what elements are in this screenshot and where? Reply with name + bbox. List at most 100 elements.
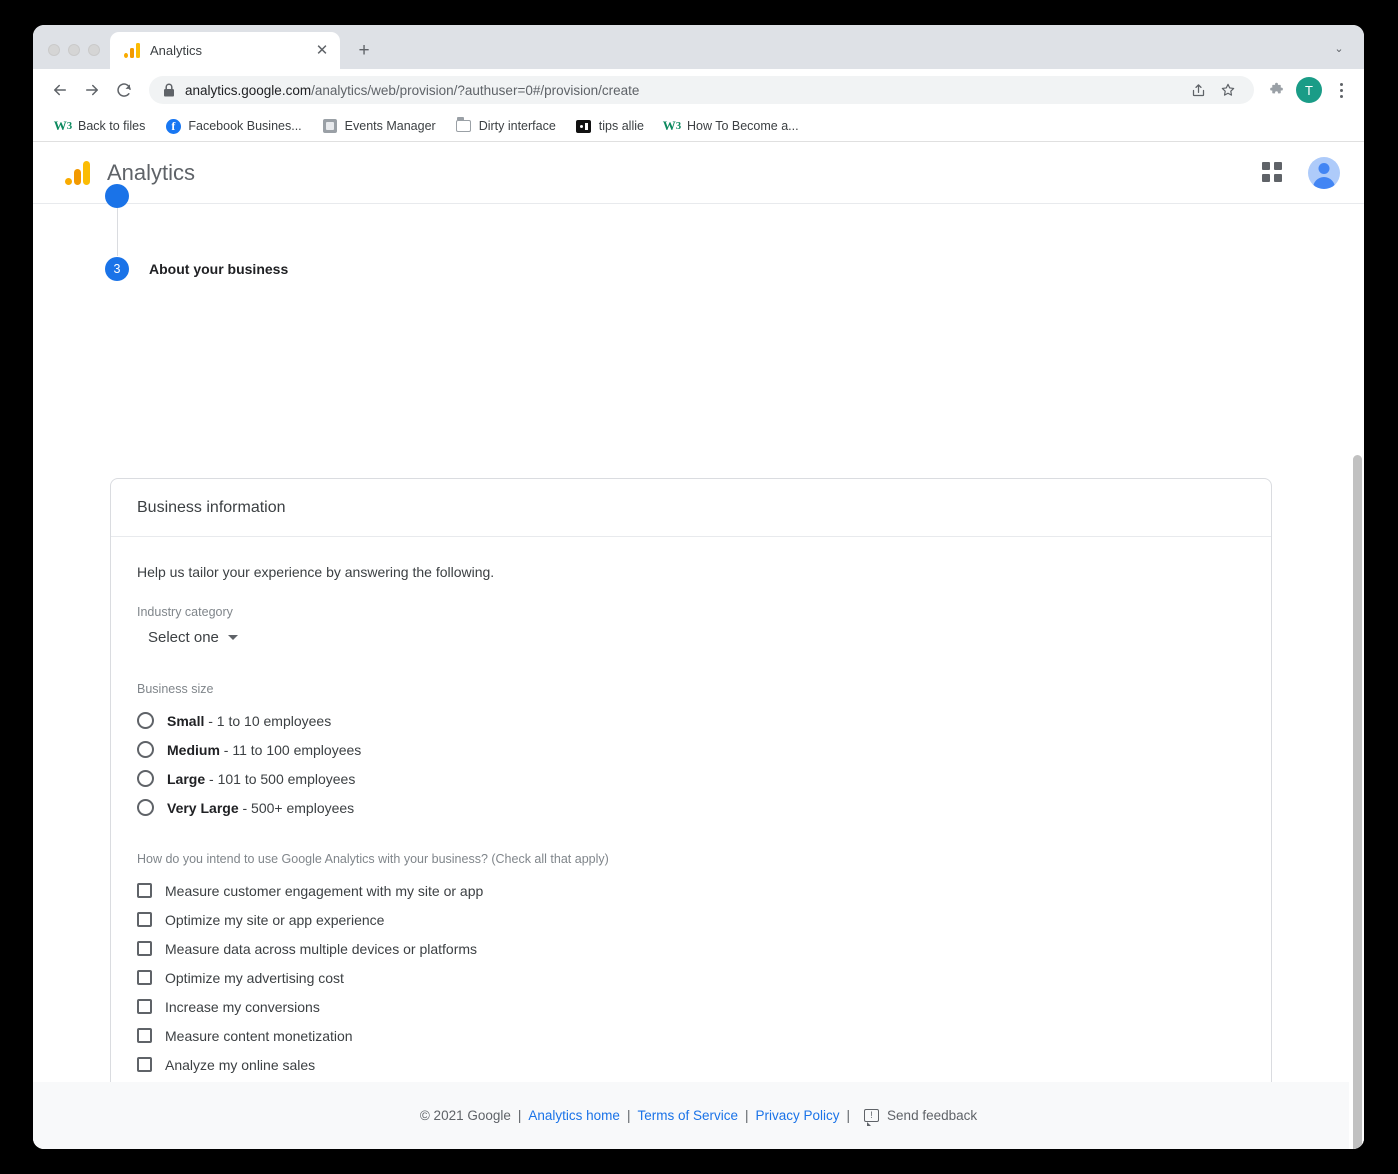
checkbox-icon[interactable] — [137, 912, 152, 927]
window-controls — [33, 44, 110, 69]
scrollbar-thumb[interactable] — [1353, 455, 1362, 1149]
share-icon[interactable] — [1184, 76, 1212, 104]
url-domain: analytics.google.com — [185, 83, 311, 98]
help-text: Help us tailor your experience by answer… — [137, 564, 1245, 580]
url-text: analytics.google.com/analytics/web/provi… — [185, 83, 639, 98]
three-dot-menu-icon[interactable] — [1328, 83, 1354, 98]
close-window-button[interactable] — [48, 44, 60, 56]
extensions-puzzle-icon[interactable] — [1262, 76, 1290, 104]
checkbox-icon[interactable] — [137, 970, 152, 985]
analytics-home-link[interactable]: Analytics home — [528, 1108, 620, 1123]
send-feedback-label: Send feedback — [887, 1108, 977, 1123]
checkbox-optimize-site-experience[interactable]: Optimize my site or app experience — [137, 905, 1245, 934]
google-analytics-favicon-icon — [124, 43, 141, 58]
profile-avatar[interactable]: T — [1296, 77, 1322, 103]
bookmark-tips-allie[interactable]: tips allie — [568, 114, 652, 138]
checkbox-measure-customer-engagement[interactable]: Measure customer engagement with my site… — [137, 876, 1245, 905]
close-tab-icon[interactable]: ✕ — [312, 41, 332, 61]
privacy-policy-link[interactable]: Privacy Policy — [756, 1108, 840, 1123]
wix-icon: W3 — [55, 118, 71, 134]
checkbox-increase-conversions[interactable]: Increase my conversions — [137, 992, 1245, 1021]
maximize-window-button[interactable] — [88, 44, 100, 56]
checkbox-icon[interactable] — [137, 941, 152, 956]
step-2-circle[interactable] — [105, 184, 129, 208]
checkbox-optimize-advertising-cost[interactable]: Optimize my advertising cost — [137, 963, 1245, 992]
bookmark-dirty-interface[interactable]: Dirty interface — [448, 114, 564, 138]
radio-option-small[interactable]: Small - 1 to 10 employees — [137, 706, 1245, 735]
radio-label: Large - 101 to 500 employees — [167, 771, 355, 787]
star-icon[interactable] — [1214, 76, 1242, 104]
forward-button[interactable] — [77, 75, 107, 105]
minimize-window-button[interactable] — [68, 44, 80, 56]
page-scrollbar[interactable] — [1349, 204, 1364, 1149]
radio-label: Medium - 11 to 100 employees — [167, 742, 361, 758]
industry-category-select[interactable]: Select one — [140, 627, 242, 648]
page-content: 3 About your business Business informati… — [33, 204, 1364, 1149]
page-footer: © 2021 Google | Analytics home | Terms o… — [33, 1082, 1364, 1149]
bookmark-back-to-files[interactable]: W3 Back to files — [47, 114, 153, 138]
apps-grid-icon[interactable] — [1262, 162, 1284, 184]
terms-of-service-link[interactable]: Terms of Service — [637, 1108, 738, 1123]
back-button[interactable] — [45, 75, 75, 105]
radio-icon[interactable] — [137, 770, 154, 787]
bookmarks-bar: W3 Back to files f Facebook Busines... E… — [33, 111, 1364, 142]
radio-name: Medium — [167, 742, 220, 758]
checkbox-measure-content-monetization[interactable]: Measure content monetization — [137, 1021, 1245, 1050]
industry-category-label: Industry category — [137, 605, 1245, 619]
radio-option-very-large[interactable]: Very Large - 500+ employees — [137, 793, 1245, 822]
business-size-label: Business size — [137, 682, 1245, 696]
lock-icon — [163, 83, 175, 97]
browser-tab-analytics[interactable]: Analytics ✕ — [110, 32, 340, 69]
tab-strip: Analytics ✕ + ⌄ — [33, 25, 1364, 69]
address-bar[interactable]: analytics.google.com/analytics/web/provi… — [149, 76, 1254, 104]
browser-window: Analytics ✕ + ⌄ analytics.google.com/ana… — [33, 25, 1364, 1149]
card-header: Business information — [111, 479, 1271, 537]
checkbox-analyze-online-sales[interactable]: Analyze my online sales — [137, 1050, 1245, 1079]
wix-icon: W3 — [664, 118, 680, 134]
bookmark-label: Back to files — [78, 119, 145, 133]
google-analytics-logo-icon — [65, 161, 91, 185]
app-title: Analytics — [107, 160, 195, 186]
footer-separator: | — [745, 1108, 749, 1123]
checkbox-icon[interactable] — [137, 1028, 152, 1043]
checkbox-label: Increase my conversions — [165, 999, 320, 1015]
facebook-icon: f — [165, 118, 181, 134]
bookmark-label: How To Become a... — [687, 119, 799, 133]
radio-detail: - 1 to 10 employees — [204, 713, 331, 729]
footer-separator: | — [518, 1108, 522, 1123]
card-body: Help us tailor your experience by answer… — [111, 537, 1271, 1149]
omnibox-actions — [1184, 76, 1242, 104]
radio-icon[interactable] — [137, 799, 154, 816]
tab-search-chevron-icon[interactable]: ⌄ — [1322, 31, 1356, 65]
checkbox-label: Optimize my advertising cost — [165, 970, 344, 986]
feedback-icon: ! — [864, 1109, 879, 1122]
radio-detail: - 11 to 100 employees — [220, 742, 361, 758]
checkbox-icon[interactable] — [137, 999, 152, 1014]
checkbox-icon[interactable] — [137, 1057, 152, 1072]
bookmark-events-manager[interactable]: Events Manager — [314, 114, 444, 138]
radio-icon[interactable] — [137, 712, 154, 729]
radio-label: Small - 1 to 10 employees — [167, 713, 331, 729]
bookmark-how-to-become-a[interactable]: W3 How To Become a... — [656, 114, 807, 138]
business-information-card: Business information Help us tailor your… — [110, 478, 1272, 1149]
checkbox-icon[interactable] — [137, 883, 152, 898]
bookmark-facebook-business[interactable]: f Facebook Busines... — [157, 114, 309, 138]
analytics-app-header: Analytics — [33, 142, 1364, 204]
footer-separator: | — [627, 1108, 631, 1123]
radio-option-medium[interactable]: Medium - 11 to 100 employees — [137, 735, 1245, 764]
browser-toolbar: analytics.google.com/analytics/web/provi… — [33, 69, 1364, 111]
step-3-row: 3 About your business — [105, 257, 288, 281]
checkbox-measure-data-across-devices[interactable]: Measure data across multiple devices or … — [137, 934, 1245, 963]
radio-icon[interactable] — [137, 741, 154, 758]
events-manager-icon — [322, 118, 338, 134]
step-3-circle: 3 — [105, 257, 129, 281]
radio-option-large[interactable]: Large - 101 to 500 employees — [137, 764, 1245, 793]
url-path: /analytics/web/provision/?authuser=0#/pr… — [311, 83, 639, 98]
avatar[interactable] — [1308, 157, 1340, 189]
new-tab-button[interactable]: + — [350, 36, 378, 64]
footer-separator: | — [847, 1108, 851, 1123]
chevron-down-icon — [228, 635, 238, 640]
tips-allie-icon — [576, 118, 592, 134]
send-feedback-button[interactable]: ! Send feedback — [864, 1108, 977, 1123]
reload-button[interactable] — [109, 75, 139, 105]
